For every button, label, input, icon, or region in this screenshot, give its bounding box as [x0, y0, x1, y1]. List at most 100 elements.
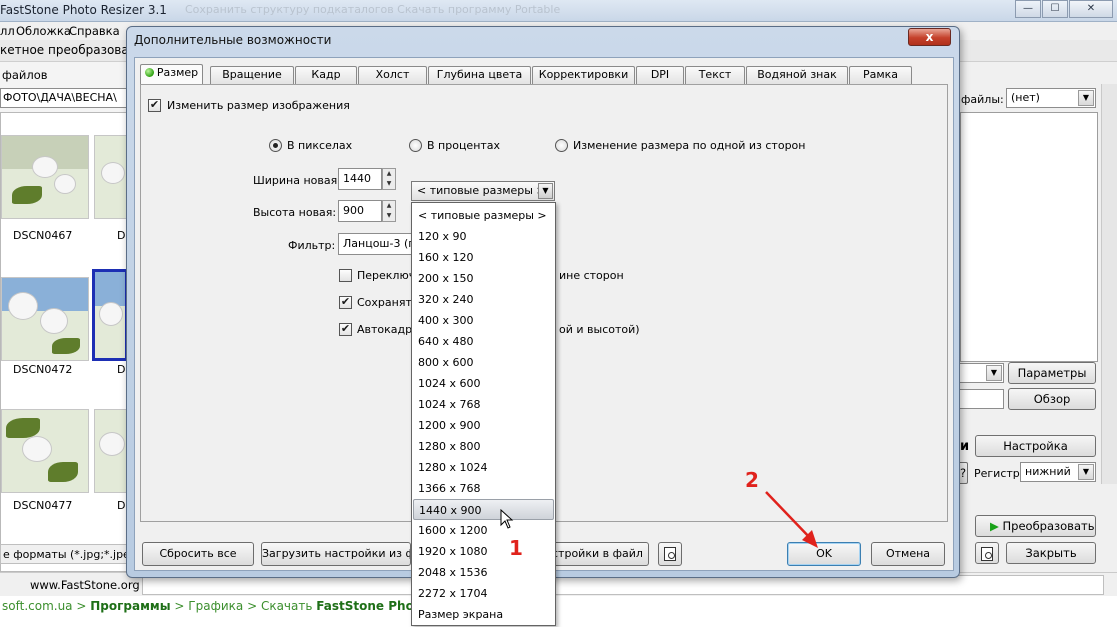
close-button[interactable]: ✕ [1069, 0, 1113, 18]
dropdown-item[interactable]: 640 x 480 [413, 331, 554, 352]
dropdown-item[interactable]: 320 x 240 [413, 289, 554, 310]
output-files-value: (нет) [1011, 91, 1040, 104]
tab-size[interactable]: Размер [140, 64, 203, 84]
dropdown-item[interactable]: 1366 x 768 [413, 478, 554, 499]
radio-pixels[interactable] [269, 139, 282, 152]
leaf-shape [48, 462, 78, 482]
breadcrumb-separator: > [76, 599, 87, 613]
preset-sizes-value: < типовые размеры > [417, 184, 546, 197]
menu-item-file[interactable]: лл [0, 24, 15, 38]
preview-settings-button[interactable] [658, 542, 682, 566]
convert-button[interactable]: ▶ Преобразовать [975, 515, 1096, 537]
output-folder-field[interactable] [958, 389, 1004, 409]
output-settings-pane: файлы: (нет) ▼ ▼ Параметры Обзор и Настр… [958, 62, 1117, 572]
maximize-button[interactable]: ☐ [1042, 0, 1068, 18]
browse-button[interactable]: Обзор [1008, 388, 1096, 410]
dropdown-item[interactable]: 1024 x 768 [413, 394, 554, 415]
menu-item-skins[interactable]: Обложка [16, 24, 71, 38]
dropdown-item[interactable]: 1280 x 800 [413, 436, 554, 457]
thumbnail-image-selected[interactable] [92, 269, 128, 361]
swap-sides-checkbox[interactable] [339, 269, 352, 282]
path-field[interactable]: ФОТО\ДАЧА\ВЕСНА\ [0, 88, 127, 108]
breadcrumb-programs[interactable]: Программы [90, 599, 170, 613]
thumbnail-image[interactable] [94, 135, 128, 219]
radio-one-side[interactable] [555, 139, 568, 152]
width-stepper[interactable]: ▲ ▼ [382, 168, 396, 190]
thumbnail-image[interactable] [1, 409, 89, 493]
tab-text[interactable]: Текст [685, 66, 745, 84]
dialog-close-button[interactable]: x [908, 28, 951, 46]
filter-select[interactable]: Ланцош-3 (по [338, 233, 416, 255]
tab-dpi[interactable]: DPI [636, 66, 684, 84]
tab-watermark[interactable]: Водяной знак [746, 66, 848, 84]
thumbnail-grid: DSCN0467 D DSCN0472 D DSCN0477 D [0, 112, 128, 572]
thumbnail-image[interactable] [1, 277, 89, 361]
website-link[interactable]: www.FastStone.org [30, 578, 140, 592]
dropdown-item[interactable]: 1280 x 1024 [413, 457, 554, 478]
dropdown-item[interactable]: 400 x 300 [413, 310, 554, 331]
auto-crop-checkbox[interactable]: ✔ [339, 323, 352, 336]
thumbnail-label: D [117, 363, 126, 376]
load-settings-button[interactable]: Загрузить настройки из ф [261, 542, 411, 566]
dropdown-item[interactable]: 1200 x 900 [413, 415, 554, 436]
file-type-filter[interactable]: е форматы (*.jpg;*.jpe;* [0, 544, 127, 564]
dropdown-item[interactable]: < типовые размеры > [413, 205, 554, 226]
up-arrow-icon: ▲ [386, 202, 392, 209]
case-select[interactable]: нижний ▼ [1020, 462, 1096, 482]
dropdown-item[interactable]: 2272 x 1704 [413, 583, 554, 604]
minimize-button[interactable]: — [1015, 0, 1041, 18]
browser-breadcrumb-bar: soft.com.ua > Программы > Графика > Скач… [0, 596, 1117, 627]
dropdown-item[interactable]: 120 x 90 [413, 226, 554, 247]
output-list[interactable] [960, 112, 1098, 362]
cancel-button[interactable]: Отмена [871, 542, 945, 566]
dropdown-item[interactable]: 1024 x 600 [413, 373, 554, 394]
radio-one-side-label: Изменение размера по одной из сторон [573, 139, 806, 152]
resize-checkbox[interactable]: ✔ [148, 99, 161, 112]
play-icon: ▶ [990, 519, 999, 533]
close-app-button[interactable]: Закрыть [1006, 542, 1096, 564]
window-controls: — ☐ ✕ [1014, 0, 1113, 18]
save-settings-button[interactable]: стройки в файл [551, 542, 649, 566]
breadcrumb-graphics[interactable]: Графика [188, 599, 243, 613]
swap-sides-label-tail: ине сторон [559, 269, 624, 282]
annotation-number-2: 2 [745, 468, 759, 492]
breadcrumb-download[interactable]: Скачать [261, 599, 313, 613]
dropdown-item-highlighted[interactable]: 1440 x 900 [413, 499, 554, 520]
dropdown-item[interactable]: 800 x 600 [413, 352, 554, 373]
height-input[interactable]: 900 [338, 200, 382, 222]
thumbnail-image[interactable] [94, 409, 128, 493]
tab-adjustments[interactable]: Корректировки [532, 66, 635, 84]
tab-crop[interactable]: Кадр [295, 66, 357, 84]
height-stepper[interactable]: ▲ ▼ [382, 200, 396, 222]
files-label: файлов [2, 68, 48, 82]
tab-canvas[interactable]: Холст [358, 66, 427, 84]
preview-button[interactable] [975, 542, 999, 564]
output-format-select[interactable]: ▼ [958, 363, 1004, 383]
settings-button[interactable]: Настройка [975, 435, 1096, 457]
thumbnail-image[interactable] [1, 135, 89, 219]
down-arrow-icon: ▼ [386, 180, 392, 187]
reset-all-button[interactable]: Сбросить все [142, 542, 254, 566]
dropdown-item[interactable]: 1600 x 1200 [413, 520, 554, 541]
dropdown-item[interactable]: 2048 x 1536 [413, 562, 554, 583]
output-files-select[interactable]: (нет) ▼ [1006, 88, 1096, 108]
dropdown-item[interactable]: Размер экрана [413, 604, 554, 625]
preset-sizes-select[interactable]: < типовые размеры > ▼ [411, 181, 555, 201]
filter-label: Фильтр: [288, 239, 336, 252]
right-scrollbar[interactable] [1101, 84, 1117, 484]
resize-checkbox-label: Изменить размер изображения [167, 99, 350, 112]
menu-item-help[interactable]: Справка [69, 24, 120, 38]
batch-tab-label[interactable]: кетное преобразован [0, 43, 137, 57]
tab-rotate[interactable]: Вращение [210, 66, 294, 84]
dropdown-item[interactable]: 200 x 150 [413, 268, 554, 289]
dropdown-item[interactable]: 1920 x 1080 [413, 541, 554, 562]
parameters-button[interactable]: Параметры [1008, 362, 1096, 384]
tab-color-depth[interactable]: Глубина цвета [428, 66, 531, 84]
tab-border[interactable]: Рамка [849, 66, 912, 84]
dropdown-item[interactable]: 160 x 120 [413, 247, 554, 268]
keep-ratio-checkbox[interactable]: ✔ [339, 296, 352, 309]
breadcrumb-site[interactable]: soft.com.ua [2, 599, 73, 613]
radio-percent[interactable] [409, 139, 422, 152]
width-input[interactable]: 1440 [338, 168, 382, 190]
up-arrow-icon: ▲ [386, 170, 392, 177]
